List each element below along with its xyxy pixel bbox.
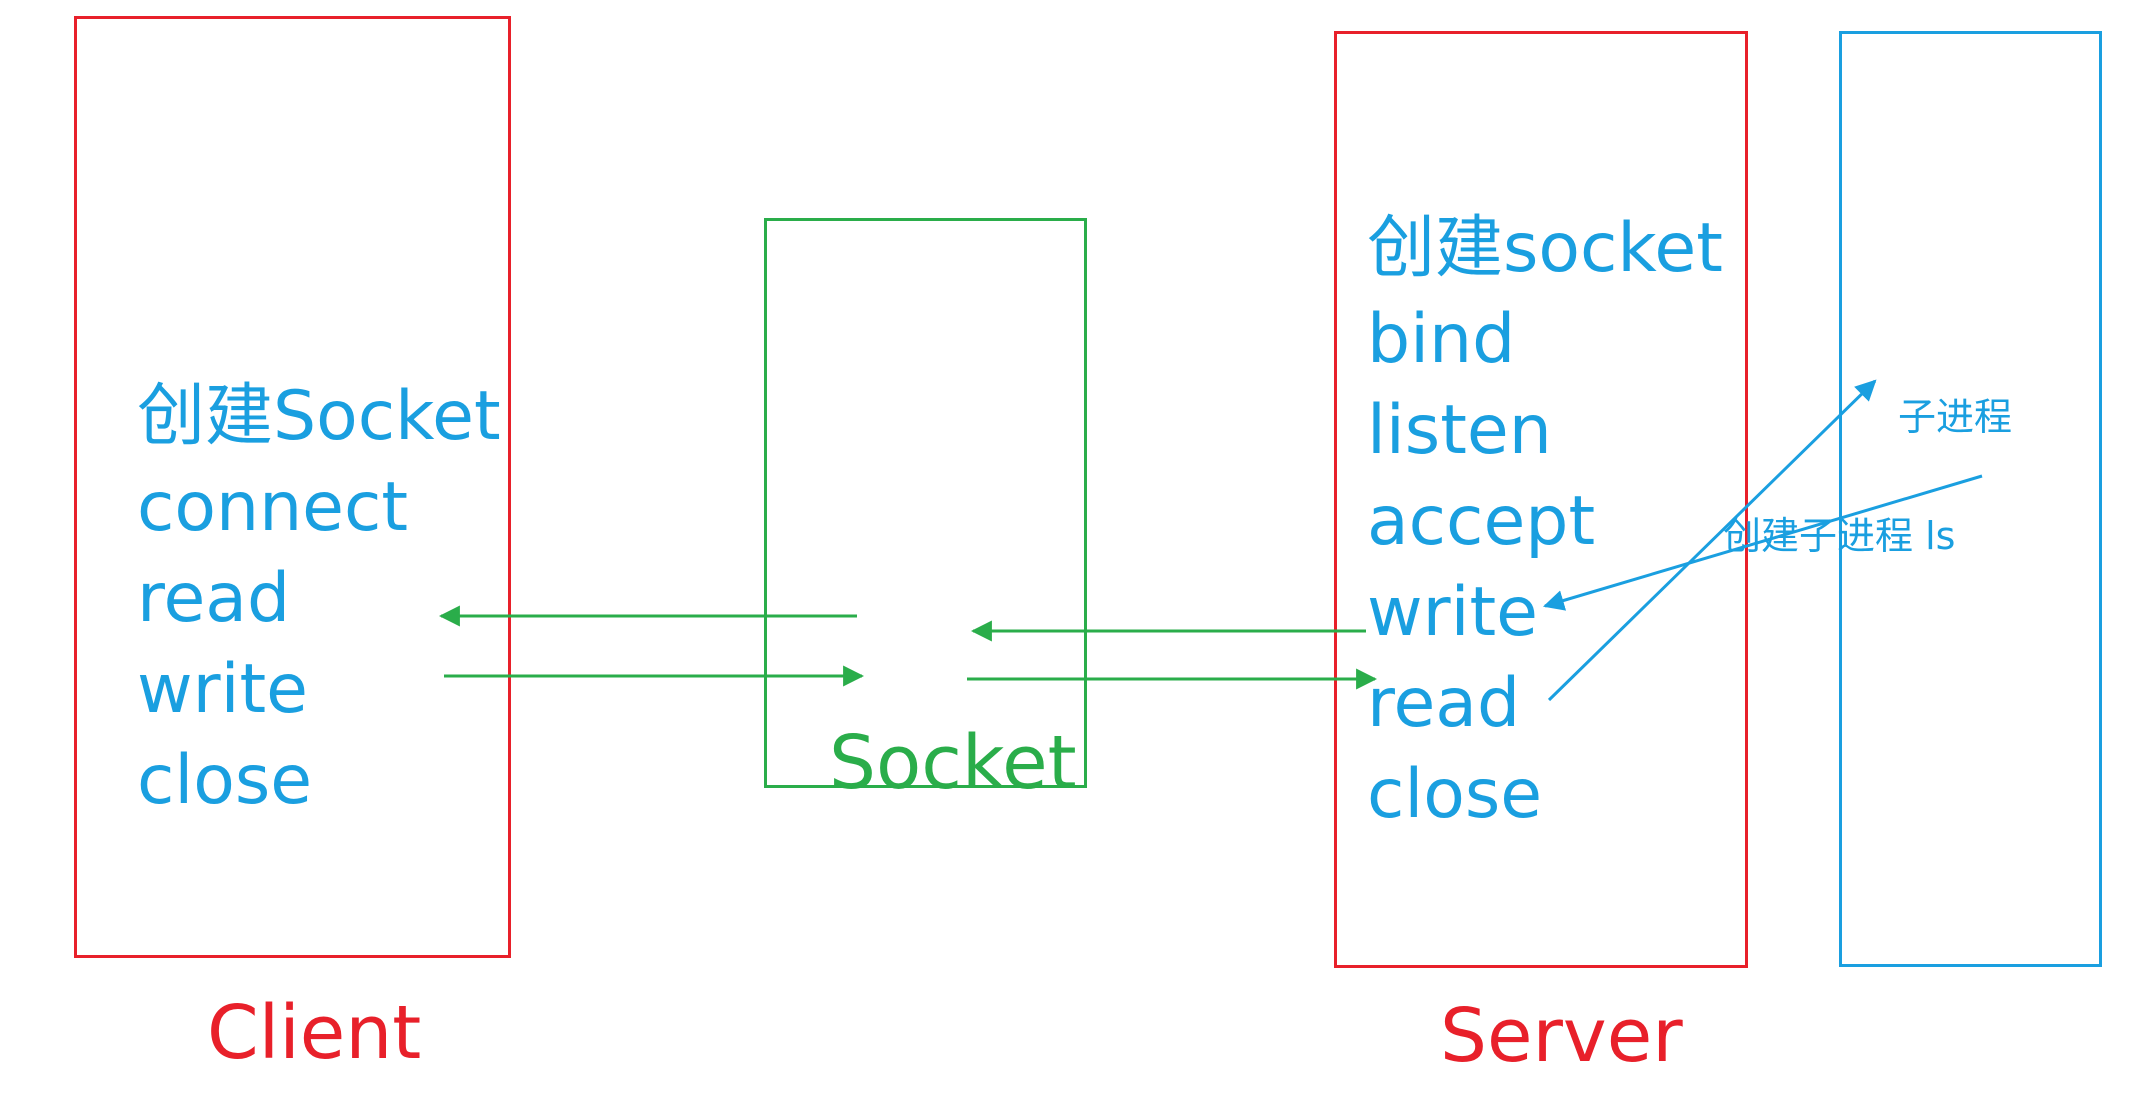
connection-arrows <box>438 379 1983 702</box>
diagram-canvas: 创建Socket connect read write close Client… <box>0 0 2145 1093</box>
arrow-child-process-to-server-write <box>1542 474 1983 611</box>
arrow-fork-to-child-process <box>1547 379 1877 702</box>
